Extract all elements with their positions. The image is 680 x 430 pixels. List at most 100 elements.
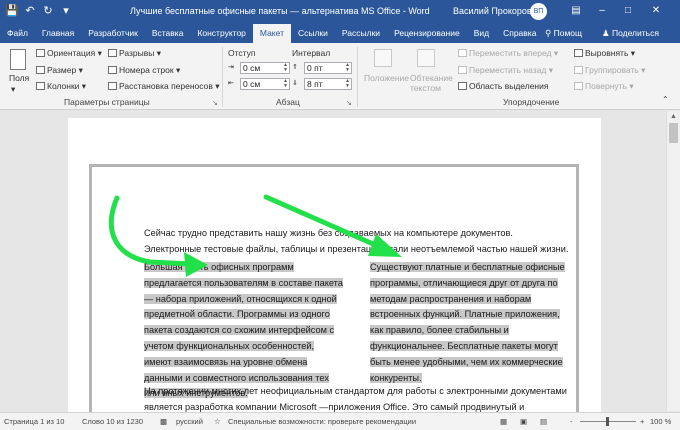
- accessibility-icon[interactable]: ☆: [214, 417, 221, 426]
- ribbon-display-icon[interactable]: ▤: [566, 2, 586, 20]
- spacing-before-field[interactable]: 0 пт ▲ ▼: [304, 62, 352, 74]
- tab-view[interactable]: Вид: [467, 24, 496, 43]
- page-setup-launcher-icon[interactable]: ↘: [212, 99, 218, 107]
- zoom-level[interactable]: 100 %: [650, 417, 671, 426]
- page-counter[interactable]: Страница 1 из 10: [4, 417, 64, 426]
- window-title: Лучшие бесплатные офисные пакеты — альте…: [130, 6, 430, 16]
- text-line: программы, отличающиеся друг от друга по: [370, 277, 558, 288]
- tab-file[interactable]: Файл: [0, 24, 35, 43]
- text-line: учетом функциональных особенностей,: [144, 340, 315, 351]
- line-numbers-icon: [108, 66, 117, 74]
- position-button: Положение: [364, 73, 409, 83]
- column-left[interactable]: Большая часть офисных программ предлагае…: [144, 260, 343, 402]
- intro-paragraph[interactable]: Сейчас трудно представить нашу жизнь без…: [144, 226, 568, 258]
- collapse-ribbon-icon[interactable]: ⌃: [662, 95, 669, 104]
- share-button[interactable]: ♟ Поделиться: [602, 24, 659, 43]
- orientation-button[interactable]: Ориентация ▾: [36, 48, 102, 59]
- paragraph-launcher-icon[interactable]: ↘: [346, 99, 352, 107]
- text-line: пакета создаются со схожим интерфейсом с: [144, 325, 335, 336]
- margins-dropdown-icon[interactable]: ▾: [11, 84, 15, 95]
- word-counter[interactable]: Слово 10 из 1230: [82, 417, 143, 426]
- hyphenation-button[interactable]: Расстановка переносов ▾: [108, 81, 220, 92]
- avatar[interactable]: ВП: [530, 3, 547, 20]
- indent-right-field[interactable]: 0 см ▲ ▼: [240, 78, 290, 90]
- lightbulb-icon: ⚲: [545, 28, 552, 38]
- undo-icon[interactable]: ↶: [22, 3, 38, 19]
- tab-review[interactable]: Рецензирование: [387, 24, 467, 43]
- accessibility-status[interactable]: Специальные возможности: проверьте реком…: [228, 417, 416, 426]
- indent-label: Отступ: [228, 48, 256, 58]
- rotate-icon: [574, 82, 583, 90]
- text-line: встроенных функций. Платные приложения,: [370, 309, 560, 320]
- save-icon[interactable]: 💾: [4, 3, 20, 19]
- ribbon: Поля ▾ Ориентация ▾ Размер ▾ Колонки ▾ Р…: [0, 43, 680, 110]
- language-indicator[interactable]: русский: [176, 417, 203, 426]
- tab-references[interactable]: Ссылки: [291, 24, 335, 43]
- text-line: методам распространения и наборам: [370, 293, 532, 304]
- scroll-thumb[interactable]: [669, 123, 678, 143]
- tab-design[interactable]: Конструктор: [190, 24, 252, 43]
- size-button[interactable]: Размер ▾: [36, 65, 83, 76]
- tab-home[interactable]: Главная: [35, 24, 81, 43]
- wrap-text-icon: [417, 49, 435, 67]
- indent-left-field[interactable]: 0 см ▲ ▼: [240, 62, 290, 74]
- read-mode-icon[interactable]: ▦: [500, 417, 507, 426]
- spinner-arrows-icon[interactable]: ▲ ▼: [283, 63, 288, 73]
- spinner-arrows-icon[interactable]: ▲ ▼: [345, 79, 350, 89]
- columns-button[interactable]: Колонки ▾: [36, 81, 86, 92]
- user-name[interactable]: Василий Прокоров: [453, 6, 532, 16]
- tab-developer[interactable]: Разработчик: [81, 24, 145, 43]
- page-setup-group-label: Параметры страницы: [64, 97, 150, 107]
- tab-insert[interactable]: Вставка: [145, 24, 191, 43]
- scroll-up-icon[interactable]: ▲: [670, 113, 677, 120]
- web-layout-icon[interactable]: ▤: [540, 417, 547, 426]
- tab-layout[interactable]: Макет: [252, 24, 291, 43]
- title-bar: 💾 ↶ ↻ ▾ Лучшие бесплатные офисные пакеты…: [0, 0, 680, 24]
- column-right[interactable]: Существуют платные и бесплатные офисные …: [370, 260, 565, 386]
- close-icon[interactable]: ✕: [646, 2, 666, 20]
- zoom-slider-thumb[interactable]: [606, 417, 609, 426]
- columns-icon: [36, 82, 45, 90]
- align-button[interactable]: Выровнять ▾: [574, 48, 635, 59]
- send-backward-button: Переместить назад ▾: [458, 65, 553, 76]
- margins-button[interactable]: Поля: [9, 73, 29, 83]
- redo-icon[interactable]: ↻: [40, 3, 56, 19]
- line-numbers-button[interactable]: Номера строк ▾: [108, 65, 180, 76]
- spinner-arrows-icon[interactable]: ▲ ▼: [283, 79, 288, 89]
- text-line: имеют взаимосвязь на уровне обмена: [144, 356, 308, 367]
- spacing-after-field[interactable]: 8 пт ▲ ▼: [304, 78, 352, 90]
- text-line: функциональнее. Бесплатные пакеты могут: [370, 340, 558, 351]
- maximize-icon[interactable]: □: [618, 2, 638, 20]
- closing-paragraph[interactable]: На протяжении многих лет неофициальным с…: [144, 384, 567, 416]
- tab-help[interactable]: Справка: [496, 24, 543, 43]
- text-line: быть менее удобными, чем их коммерческие: [370, 356, 563, 367]
- indent-left-icon: ⇥: [228, 64, 234, 71]
- indent-right-icon: ⇤: [228, 80, 234, 87]
- customize-icon[interactable]: ▾: [58, 3, 74, 19]
- size-icon: [36, 66, 45, 74]
- zoom-in-button[interactable]: +: [640, 417, 644, 426]
- vertical-scrollbar[interactable]: ▲: [666, 111, 680, 411]
- breaks-button[interactable]: Разрывы ▾: [108, 48, 161, 59]
- align-icon: [574, 49, 583, 57]
- orientation-icon: [36, 49, 45, 57]
- bring-forward-icon: [458, 49, 467, 57]
- spinner-arrows-icon[interactable]: ▲ ▼: [345, 63, 350, 73]
- paragraph-group-label: Абзац: [276, 97, 300, 107]
- text-line: Существуют платные и бесплатные офисные: [370, 262, 565, 272]
- text-line: Сейчас трудно представить нашу жизнь без…: [144, 228, 513, 238]
- group-icon: [574, 66, 583, 74]
- tab-mailings[interactable]: Рассылки: [335, 24, 387, 43]
- spacing-before-icon: ⇑: [292, 64, 298, 71]
- bring-forward-button: Переместить вперед ▾: [458, 48, 558, 59]
- group-divider: [357, 47, 358, 107]
- selection-pane-button[interactable]: Область выделения: [458, 81, 548, 91]
- vertical-ruler: [0, 111, 14, 411]
- position-icon: [374, 49, 392, 67]
- zoom-out-button[interactable]: -: [570, 417, 573, 426]
- minimize-icon[interactable]: –: [592, 2, 612, 20]
- tell-me-box[interactable]: ⚲ Помощ: [545, 24, 582, 43]
- proofing-icon[interactable]: ▩: [160, 417, 167, 426]
- margins-icon[interactable]: [10, 49, 26, 70]
- print-layout-icon[interactable]: ▣: [520, 417, 527, 426]
